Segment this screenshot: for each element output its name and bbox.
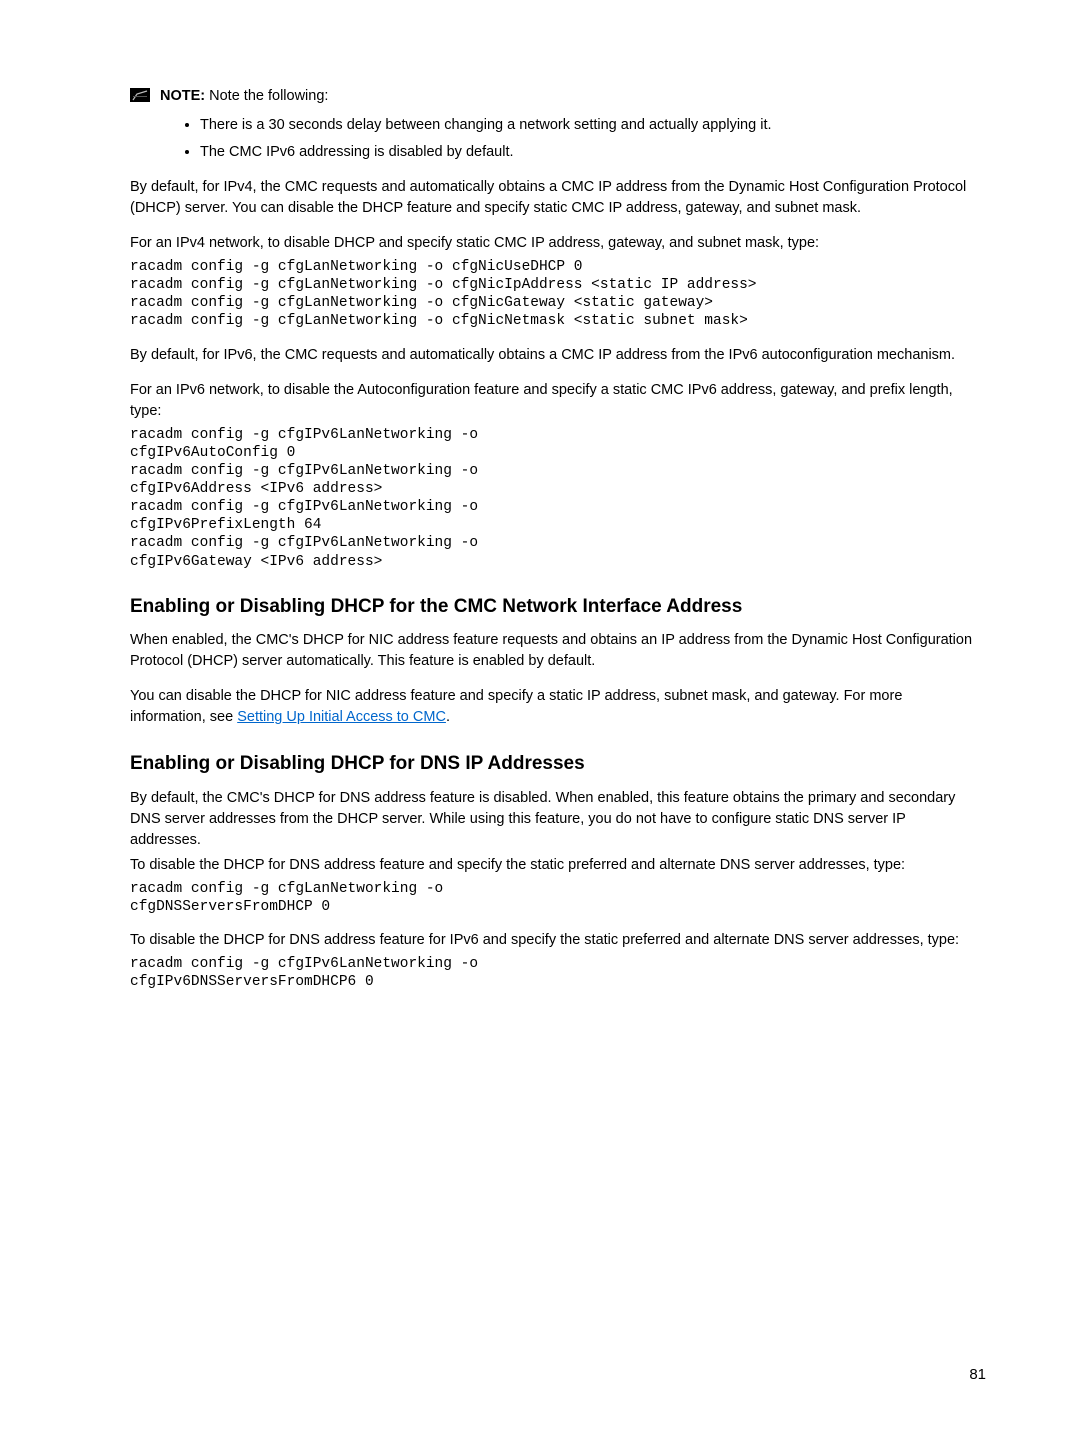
code-dns-ipv6: racadm config -g cfgIPv6LanNetworking -o… (130, 955, 975, 991)
paragraph-dhcp-nic-1: When enabled, the CMC's DHCP for NIC add… (130, 630, 975, 672)
paragraph-ipv6-default: By default, for IPv6, the CMC requests a… (130, 345, 975, 366)
paragraph-dhcp-dns-2: To disable the DHCP for DNS address feat… (130, 855, 975, 876)
code-dns-ipv4: racadm config -g cfgLanNetworking -o cfg… (130, 880, 975, 916)
note-bullet-1: There is a 30 seconds delay between chan… (200, 115, 975, 136)
page-number: 81 (969, 1364, 986, 1386)
note-icon (130, 88, 150, 102)
page-container: NOTE: Note the following: There is a 30 … (0, 0, 1080, 1434)
note-bullet-2: The CMC IPv6 addressing is disabled by d… (200, 142, 975, 163)
note-bullets: There is a 30 seconds delay between chan… (200, 115, 975, 163)
link-initial-access[interactable]: Setting Up Initial Access to CMC (237, 709, 446, 725)
paragraph-ipv6-disable: For an IPv6 network, to disable the Auto… (130, 380, 975, 422)
paragraph-ipv4-disable: For an IPv4 network, to disable DHCP and… (130, 233, 975, 254)
paragraph-ipv4-default: By default, for IPv4, the CMC requests a… (130, 177, 975, 219)
note-text: NOTE: Note the following: (160, 86, 328, 107)
paragraph-dhcp-dns-1: By default, the CMC's DHCP for DNS addre… (130, 788, 975, 851)
note-block: NOTE: Note the following: (130, 86, 975, 107)
heading-dhcp-nic: Enabling or Disabling DHCP for the CMC N… (130, 593, 975, 621)
code-ipv6-config: racadm config -g cfgIPv6LanNetworking -o… (130, 426, 975, 571)
dhcp-nic-text-after-link: . (446, 709, 450, 725)
code-ipv4-config: racadm config -g cfgLanNetworking -o cfg… (130, 258, 975, 331)
paragraph-dhcp-dns-3: To disable the DHCP for DNS address feat… (130, 930, 975, 951)
note-following: Note the following: (205, 88, 328, 104)
note-label: NOTE: (160, 88, 205, 104)
paragraph-dhcp-nic-2: You can disable the DHCP for NIC address… (130, 686, 975, 728)
heading-dhcp-dns: Enabling or Disabling DHCP for DNS IP Ad… (130, 750, 975, 778)
